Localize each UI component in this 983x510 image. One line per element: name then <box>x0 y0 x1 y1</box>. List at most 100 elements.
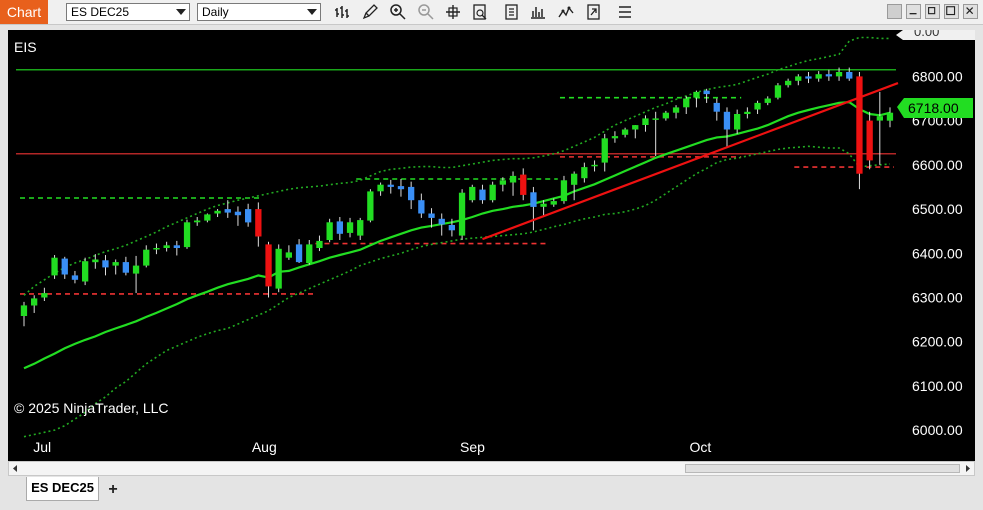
scrollbar-thumb[interactable] <box>685 464 960 473</box>
candle <box>194 217 201 226</box>
scroll-left-icon[interactable] <box>11 464 19 473</box>
candle <box>734 109 741 134</box>
close-button[interactable] <box>963 4 978 19</box>
candle <box>703 88 710 103</box>
crosshair-icon[interactable] <box>443 3 463 21</box>
candle-body <box>703 90 710 95</box>
time-axis: Jul Aug Sep Oct <box>33 439 711 455</box>
instrument-selector[interactable]: ES DEC25 <box>66 3 190 21</box>
data-box-icon[interactable] <box>470 3 490 21</box>
candle-body <box>652 118 659 120</box>
restore-button[interactable] <box>925 4 940 19</box>
candle <box>744 107 751 119</box>
y-axis-tick-label: 6300.00 <box>912 290 963 306</box>
candle <box>489 181 496 203</box>
candle-body <box>61 258 68 275</box>
candle-body <box>367 191 374 221</box>
zoom-out-icon[interactable] <box>416 3 436 21</box>
candle <box>245 203 252 227</box>
candle <box>316 235 323 252</box>
candle-body <box>122 262 129 273</box>
candle <box>214 209 221 218</box>
candle-body <box>642 118 649 125</box>
instrument-value: ES DEC25 <box>71 5 130 19</box>
candle <box>509 171 517 196</box>
candle-body <box>479 189 486 201</box>
candle <box>672 105 680 119</box>
properties-icon[interactable] <box>502 3 522 21</box>
candle-body <box>357 220 364 236</box>
candle <box>397 178 405 197</box>
horizontal-scrollbar[interactable] <box>8 461 975 476</box>
menu-icon[interactable] <box>615 3 635 21</box>
candle <box>153 243 160 255</box>
interval-selector[interactable]: Daily <box>197 3 321 21</box>
candle-body <box>173 245 180 248</box>
top-price-label: 0.00 <box>914 30 939 39</box>
price-chart[interactable]: 6800.006700.006600.006500.006400.006300.… <box>8 30 975 461</box>
x-axis-tick-label: Jul <box>33 439 51 455</box>
candle <box>458 189 466 240</box>
candle <box>591 160 598 172</box>
candle <box>693 90 700 108</box>
candle <box>20 301 28 327</box>
strategies-icon[interactable] <box>528 3 548 21</box>
candle <box>367 189 374 223</box>
candle <box>255 202 262 247</box>
candle-body <box>835 72 843 77</box>
candle-body <box>601 138 608 163</box>
share-icon[interactable] <box>584 3 604 21</box>
candle <box>377 182 384 196</box>
candle <box>163 241 170 252</box>
candle <box>795 74 802 86</box>
candle-body <box>336 221 343 234</box>
scroll-right-icon[interactable] <box>964 464 972 473</box>
candle-body <box>672 107 680 113</box>
candle-body <box>571 173 578 185</box>
link-window-button[interactable] <box>887 4 902 19</box>
candle <box>285 245 292 260</box>
indicators-icon[interactable] <box>556 3 576 21</box>
sma-line <box>23 100 891 370</box>
candle-body <box>795 76 802 81</box>
candle <box>469 184 476 203</box>
candle-body <box>744 111 751 114</box>
candle <box>713 98 720 121</box>
candle-body <box>112 262 119 266</box>
bar-type-icon[interactable] <box>333 3 353 21</box>
minimize-button[interactable] <box>906 4 921 19</box>
candle-body <box>245 209 252 223</box>
candle-body <box>295 244 303 263</box>
tab-es-dec25[interactable]: ES DEC25 <box>26 477 99 501</box>
zoom-in-icon[interactable] <box>388 3 408 21</box>
candle <box>71 270 79 284</box>
candle <box>234 206 242 226</box>
candle-body <box>632 125 639 130</box>
candle-body <box>866 120 873 161</box>
candles <box>20 67 894 327</box>
candle-body <box>876 116 883 121</box>
candle-body <box>255 209 262 237</box>
candle <box>357 217 364 240</box>
candle-body <box>509 175 517 183</box>
x-axis-tick-label: Sep <box>460 439 485 455</box>
candle-body <box>846 72 853 79</box>
candle <box>265 241 272 298</box>
candle-body <box>448 225 455 231</box>
candle-body <box>550 201 557 205</box>
candle <box>306 240 313 265</box>
candle <box>571 171 578 201</box>
candle <box>764 96 771 106</box>
candle-body <box>224 209 231 213</box>
candle-body <box>713 102 720 112</box>
candle <box>886 107 894 128</box>
candle-body <box>815 74 822 79</box>
candle <box>387 179 394 194</box>
draw-pencil-icon[interactable] <box>360 3 380 21</box>
trendline-group <box>482 82 899 241</box>
candle-body <box>683 98 690 108</box>
maximize-button[interactable] <box>944 4 959 19</box>
y-axis-tick-label: 6000.00 <box>912 422 963 438</box>
chart-panel[interactable]: 6800.00 6700.00 6600.00 6500.00 6400.00 6300.… <box>8 30 975 461</box>
add-tab-button[interactable]: + <box>103 481 123 499</box>
